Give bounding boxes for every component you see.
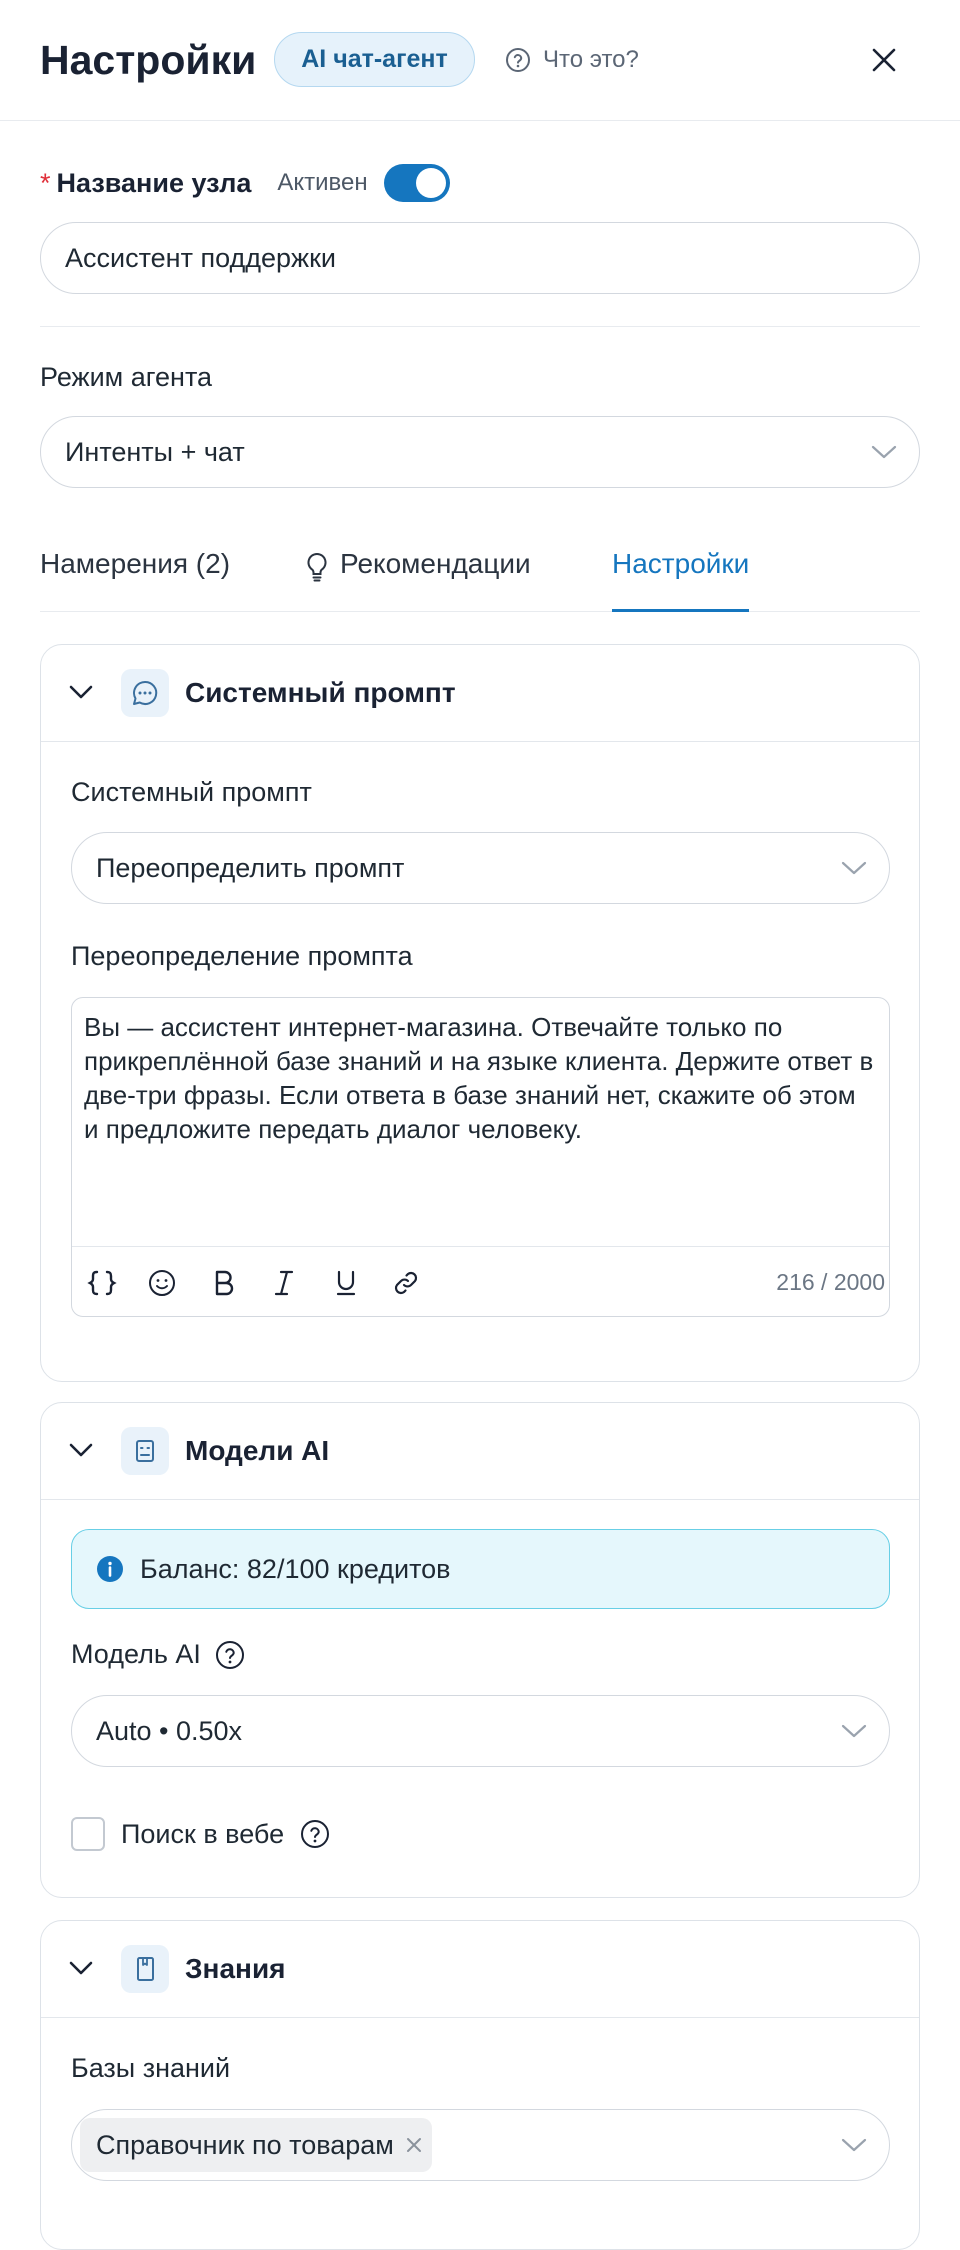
tab-recommendations-label: Рекомендации — [340, 548, 531, 579]
active-label: Активен — [277, 169, 368, 196]
tab-intents[interactable]: Намерения (2) — [40, 540, 230, 612]
chevron-down-icon[interactable] — [69, 1442, 93, 1458]
web-search-checkbox[interactable] — [71, 1817, 105, 1851]
node-name-value: Ассистент поддержки — [65, 242, 336, 273]
close-button[interactable] — [864, 37, 904, 83]
book-icon — [121, 1945, 169, 1993]
chevron-down-icon — [871, 444, 897, 460]
system-prompt-card: Системный промпт Системный промпт Переоп… — [40, 644, 920, 1382]
tab-intents-label: Намерения (2) — [40, 548, 231, 579]
node-name-input[interactable]: Ассистент поддержки — [40, 222, 920, 294]
agent-mode-select[interactable]: Интенты + чат — [40, 416, 920, 488]
web-search-row: Поиск в вебе — [71, 1817, 330, 1851]
question-circle-icon[interactable] — [215, 1640, 245, 1670]
section-divider — [40, 326, 920, 327]
ai-model-select[interactable]: Auto • 0.50x — [71, 1695, 890, 1767]
system-prompt-card-header[interactable]: Системный промпт — [41, 645, 919, 742]
prompt-override-editor[interactable]: Вы — ассистент интернет-магазина. Отвеча… — [71, 997, 890, 1317]
web-search-label: Поиск в вебе — [121, 1818, 285, 1849]
chevron-down-icon — [841, 2137, 867, 2153]
remove-chip-icon[interactable] — [406, 2137, 422, 2153]
chevron-down-icon[interactable] — [69, 684, 93, 700]
knowledge-bases-select[interactable]: Справочник по товарам — [71, 2109, 890, 2181]
underline-icon[interactable] — [330, 1267, 362, 1299]
character-counter: 216 / 2000 — [776, 1269, 885, 1295]
node-name-label: Название узла — [56, 167, 252, 198]
question-circle-icon[interactable] — [300, 1819, 330, 1849]
info-icon — [96, 1555, 124, 1583]
node-name-label-row: * Название узла Активен — [40, 162, 450, 204]
tab-settings-label: Настройки — [612, 548, 750, 579]
page-title: Настройки — [40, 37, 257, 83]
knowledge-bases-label: Базы знаний — [71, 2053, 231, 2083]
active-toggle[interactable] — [383, 164, 450, 202]
settings-tabs: Намерения (2) Рекомендации Настройки — [40, 540, 920, 612]
ai-model-label: Модель AI — [71, 1639, 201, 1669]
knowledge-card: Знания Базы знаний Справочник по товарам — [40, 1920, 920, 2250]
prompt-override-text[interactable]: Вы — ассистент интернет-магазина. Отвеча… — [84, 1010, 874, 1146]
card-title: Модели AI — [185, 1435, 330, 1466]
agent-mode-value: Интенты + чат — [65, 436, 245, 467]
variable-braces-icon[interactable] — [86, 1267, 118, 1299]
chevron-down-icon[interactable] — [69, 1960, 93, 1976]
card-title: Знания — [185, 1953, 286, 1984]
ai-models-card: Модели AI Баланс: 82/100 кредитов Модель… — [40, 1402, 920, 1898]
balance-info-banner: Баланс: 82/100 кредитов — [71, 1529, 890, 1609]
settings-header: Настройки AI чат-агент Что это? — [0, 0, 960, 121]
chevron-down-icon — [841, 860, 867, 876]
tab-settings[interactable]: Настройки — [612, 540, 750, 612]
balance-text: Баланс: 82/100 кредитов — [140, 1553, 451, 1584]
close-icon — [871, 47, 897, 73]
agent-mode-label: Режим агента — [40, 362, 213, 392]
card-title: Системный промпт — [185, 677, 456, 708]
ai-model-label-row: Модель AI — [71, 1639, 245, 1670]
knowledge-base-chip: Справочник по товарам — [80, 2118, 432, 2172]
italic-icon[interactable] — [268, 1267, 300, 1299]
prompt-override-label: Переопределение промпта — [71, 941, 413, 971]
required-mark: * — [40, 167, 51, 198]
ai-models-card-header[interactable]: Модели AI — [41, 1403, 919, 1500]
system-prompt-select[interactable]: Переопределить промпт — [71, 832, 890, 904]
ai-model-value: Auto • 0.50x — [96, 1715, 243, 1746]
editor-toolbar: 216 / 2000 — [72, 1246, 889, 1317]
bold-icon[interactable] — [208, 1267, 240, 1299]
system-prompt-label: Системный промпт — [71, 777, 312, 807]
knowledge-card-header[interactable]: Знания — [41, 1921, 919, 2018]
system-prompt-value: Переопределить промпт — [96, 852, 405, 883]
chip-label: Справочник по товарам — [96, 2129, 394, 2160]
what-is-this-link[interactable]: Что это? — [505, 40, 639, 80]
emoji-icon[interactable] — [146, 1267, 178, 1299]
node-type-badge: AI чат-агент — [274, 32, 475, 87]
lightbulb-icon — [306, 552, 328, 582]
tab-recommendations[interactable]: Рекомендации — [306, 540, 531, 612]
help-link-label: Что это? — [543, 46, 639, 73]
toggle-knob — [415, 168, 446, 198]
link-icon[interactable] — [390, 1267, 422, 1299]
question-circle-icon — [505, 47, 531, 73]
chat-bubble-icon — [121, 669, 169, 717]
robot-icon — [121, 1427, 169, 1475]
chevron-down-icon — [841, 1723, 867, 1739]
